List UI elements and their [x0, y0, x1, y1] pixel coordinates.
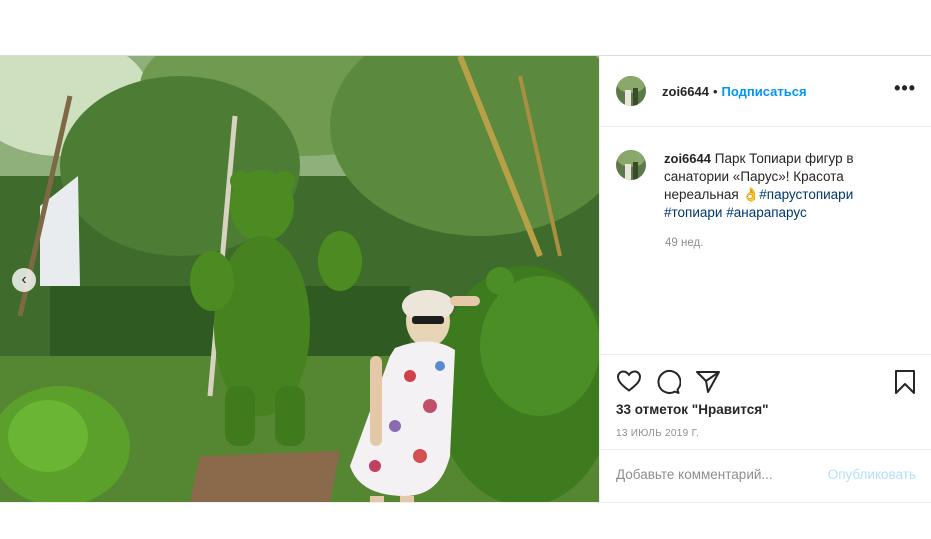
avatar[interactable]	[616, 76, 646, 106]
hashtag-link[interactable]: #топиари	[664, 205, 722, 220]
post-date[interactable]: 13 ИЮЛЬ 2019 Г.	[616, 428, 699, 439]
comment-form: Опубликовать	[600, 449, 931, 504]
caption-avatar[interactable]	[616, 150, 646, 180]
heart-icon[interactable]	[616, 369, 642, 393]
post-actions: 33 отметок "Нравится" 13 ИЮЛЬ 2019 Г. Оп…	[600, 354, 931, 505]
hashtag-link[interactable]: #парустопиари	[759, 187, 853, 202]
post-photo[interactable]: ‹	[0, 56, 599, 502]
follow-button[interactable]: Подписаться	[722, 84, 807, 99]
chevron-left-icon: ‹	[21, 271, 27, 288]
topiary-park-photo	[0, 56, 599, 502]
avatar-image	[616, 150, 646, 180]
previous-photo-button[interactable]: ‹	[12, 268, 36, 292]
hashtag-link[interactable]: #анарапарус	[726, 205, 807, 220]
caption-username[interactable]: zoi6644	[664, 151, 711, 166]
avatar-image	[616, 76, 646, 106]
more-options-icon[interactable]: •••	[894, 78, 916, 99]
action-icons	[616, 369, 916, 395]
comment-icon[interactable]	[655, 369, 681, 395]
share-icon[interactable]	[695, 369, 721, 395]
separator-dot: •	[712, 83, 718, 99]
caption-text: zoi6644 Парк Топиари фигур в санатории «…	[664, 150, 879, 222]
bookmark-icon[interactable]	[894, 369, 916, 395]
ok-hand-emoji: 👌	[742, 187, 760, 202]
username-link[interactable]: zoi6644	[662, 84, 709, 99]
likes-count[interactable]: 33 отметок "Нравится"	[616, 402, 769, 417]
post-header: zoi6644 • Подписаться •••	[600, 56, 931, 127]
instagram-post: ‹ zoi6644 • Подписаться ••• zoi6644 Парк…	[0, 56, 931, 503]
caption-block: zoi6644 Парк Топиари фигур в санатории «…	[616, 150, 916, 222]
caption-timestamp[interactable]: 49 нед.	[665, 237, 703, 249]
comment-input[interactable]	[616, 467, 816, 482]
publish-button[interactable]: Опубликовать	[828, 467, 916, 482]
post-sidebar: zoi6644 • Подписаться ••• zoi6644 Парк Т…	[599, 56, 931, 502]
